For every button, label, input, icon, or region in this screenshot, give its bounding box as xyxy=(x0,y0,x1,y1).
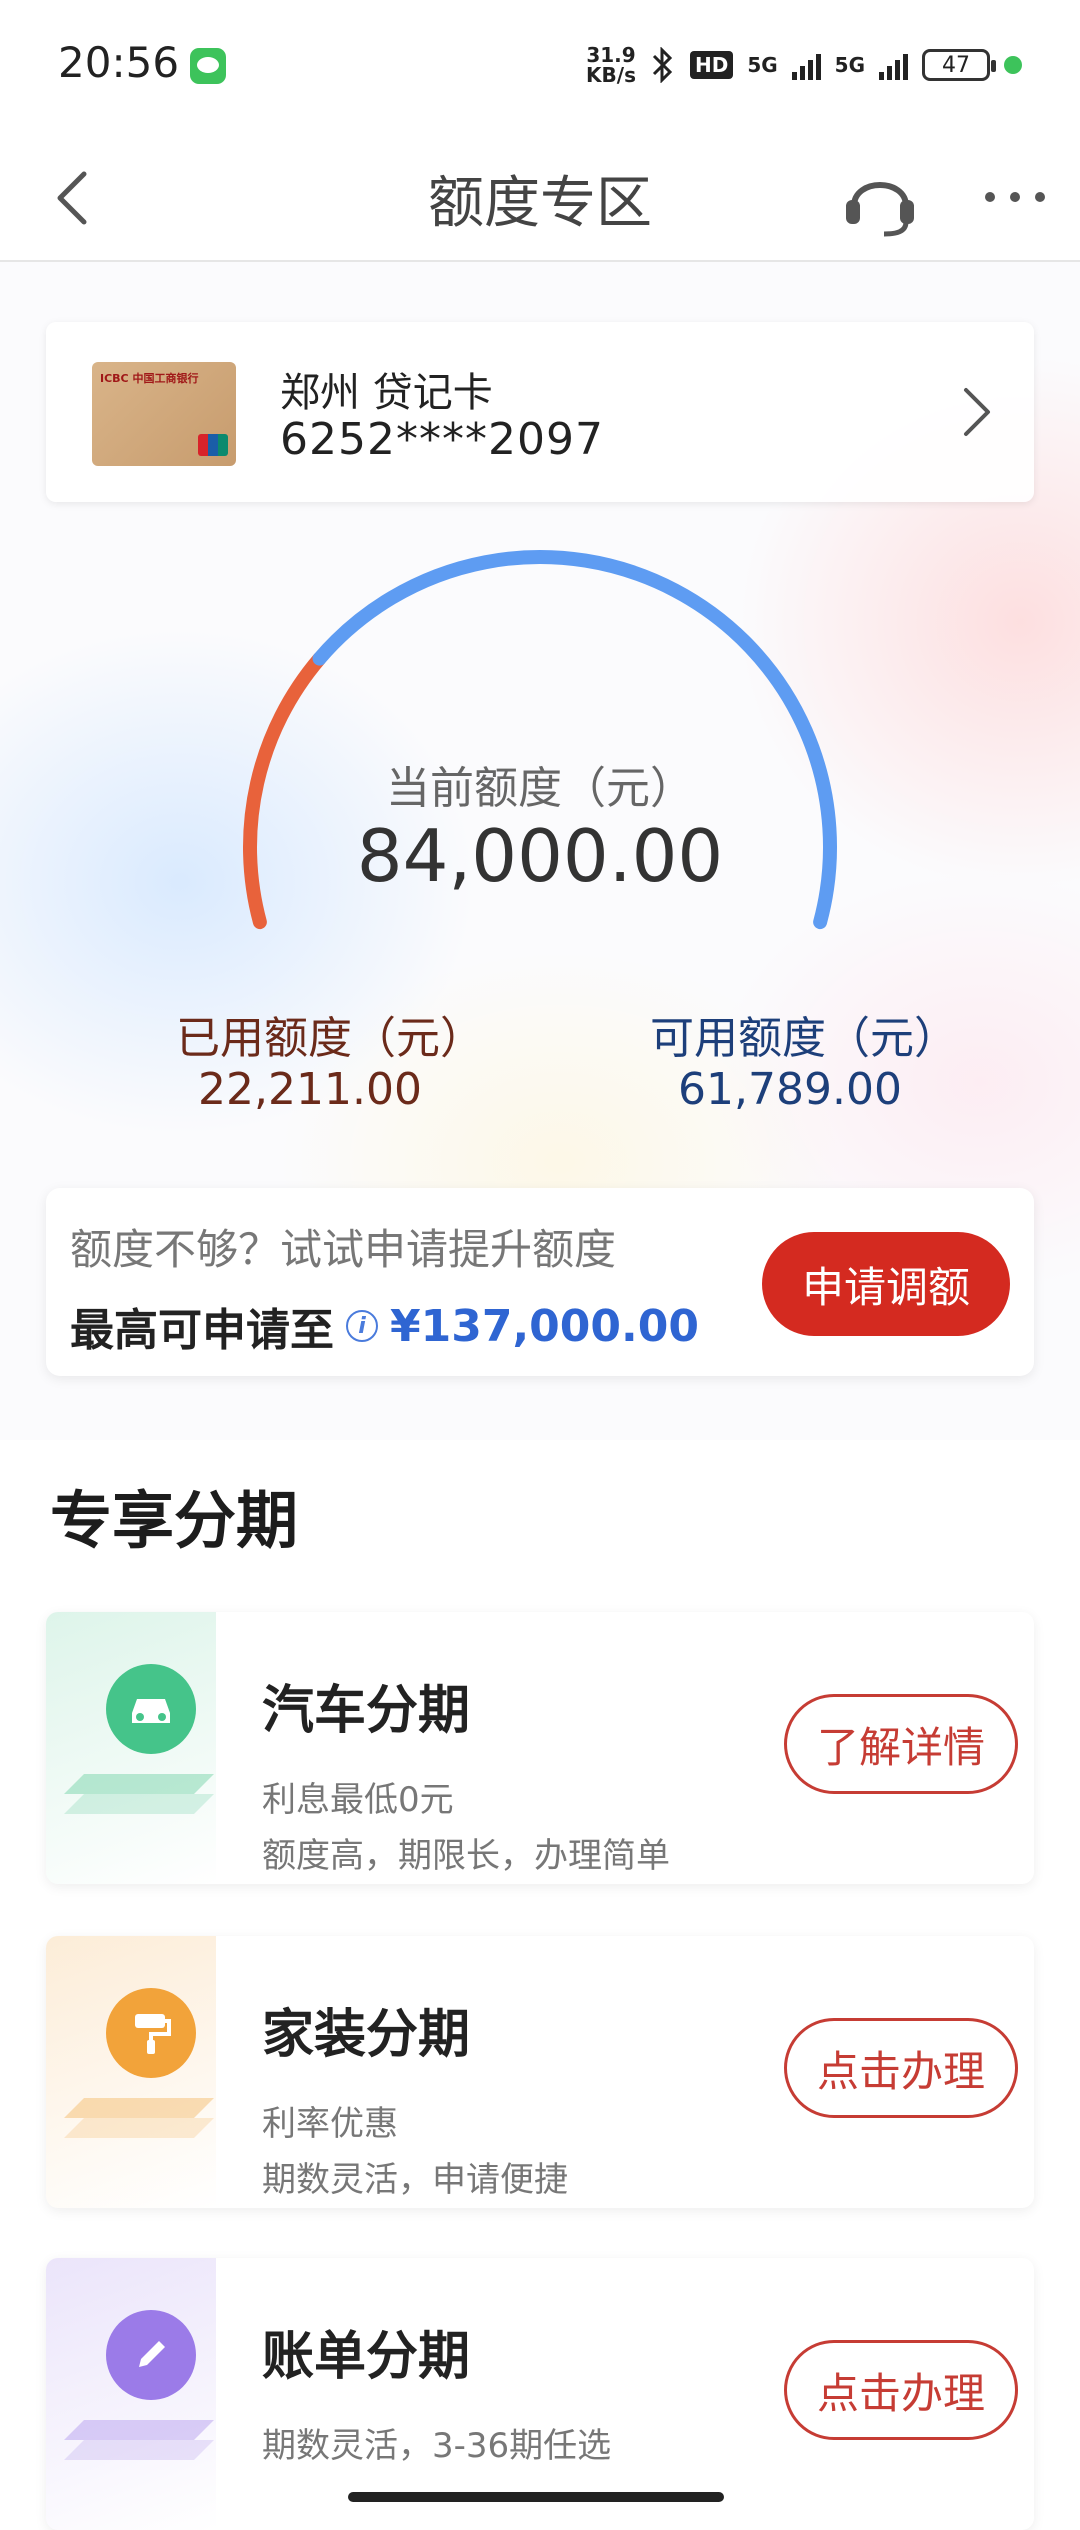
headset-icon[interactable] xyxy=(840,160,920,240)
available-limit-value: 61,789.00 xyxy=(678,1064,902,1115)
network-speed: 31.9 KB/s xyxy=(586,45,636,85)
used-limit-value: 22,211.00 xyxy=(198,1064,422,1115)
status-time: 20:56 xyxy=(58,38,180,87)
card-bank-logo: ICBC 中国工商银行 xyxy=(100,372,199,385)
apply-now-button[interactable]: 点击办理 xyxy=(784,2340,1018,2440)
promo-amount: ¥137,000.00 xyxy=(390,1300,699,1352)
credit-limit-hero: ICBC 中国工商银行 郑州 贷记卡 6252****2097 当前额度（元） … xyxy=(0,262,1080,1440)
installment-card-car[interactable]: 汽车分期 利息最低0元 额度高，期限长，办理简单 了解详情 xyxy=(46,1612,1034,1884)
current-limit-value: 84,000.00 xyxy=(356,814,724,898)
installment-desc-2: 额度高，期限长，办理简单 xyxy=(262,1836,670,1876)
installment-desc-1: 利率优惠 xyxy=(262,2104,398,2144)
installment-desc-2: 期数灵活，申请便捷 xyxy=(262,2160,568,2200)
speed-unit: KB/s xyxy=(586,63,636,87)
installment-title: 账单分期 xyxy=(262,2327,471,2387)
pen-icon xyxy=(106,2310,196,2400)
bluetooth-icon xyxy=(652,47,673,83)
installment-card-home[interactable]: 家装分期 利率优惠 期数灵活，申请便捷 点击办理 xyxy=(46,1936,1034,2208)
status-bar: 20:56 31.9 KB/s HD 5G 5G 47 xyxy=(0,0,1080,130)
paint-roller-icon xyxy=(106,1988,196,2078)
installment-title: 家装分期 xyxy=(262,2005,471,2065)
hd-badge: HD xyxy=(689,51,734,79)
info-icon[interactable]: i xyxy=(346,1310,378,1342)
installment-card-bill[interactable]: 账单分期 期数灵活，3-36期任选 点击办理 xyxy=(46,2258,1034,2530)
card-selector[interactable]: ICBC 中国工商银行 郑州 贷记卡 6252****2097 xyxy=(46,322,1034,502)
platform-decoration xyxy=(64,2098,214,2138)
limit-increase-banner: 额度不够？试试申请提升额度 最高可申请至 i ¥137,000.00 申请调额 xyxy=(46,1188,1034,1376)
card-number: 6252****2097 xyxy=(280,414,604,465)
installment-title: 汽车分期 xyxy=(262,1681,471,1741)
promo-hint: 额度不够？试试申请提升额度 xyxy=(70,1225,617,1274)
apply-now-button[interactable]: 点击办理 xyxy=(784,2018,1018,2118)
section-title: 专享分期 xyxy=(50,1484,299,1557)
home-indicator[interactable] xyxy=(348,2492,724,2502)
more-icon[interactable] xyxy=(980,182,1050,212)
card-thumbnail: ICBC 中国工商银行 xyxy=(92,362,236,466)
battery-level: 47 xyxy=(942,52,970,78)
installment-desc-1: 期数灵活，3-36期任选 xyxy=(262,2426,612,2466)
installment-desc-1: 利息最低0元 xyxy=(262,1780,454,1820)
car-icon xyxy=(106,1664,196,1754)
available-limit-label: 可用额度（元） xyxy=(650,1013,958,1064)
platform-decoration xyxy=(64,2420,214,2460)
signal-icon xyxy=(791,50,821,80)
network-type-2: 5G xyxy=(834,53,865,77)
platform-decoration xyxy=(64,1774,214,1814)
used-limit-label: 已用额度（元） xyxy=(176,1013,484,1064)
network-type-1: 5G xyxy=(747,53,778,77)
battery-icon: 47 xyxy=(922,49,996,81)
unionpay-icon xyxy=(198,434,228,456)
chevron-right-icon xyxy=(964,388,990,436)
card-name: 郑州 贷记卡 xyxy=(280,370,493,416)
apply-adjust-button[interactable]: 申请调额 xyxy=(762,1232,1010,1336)
promo-max-label: 最高可申请至 xyxy=(70,1305,334,1356)
charging-dot xyxy=(1004,56,1022,74)
learn-more-button[interactable]: 了解详情 xyxy=(784,1694,1018,1794)
current-limit-label: 当前额度（元） xyxy=(386,763,694,814)
promo-max-row: 最高可申请至 i ¥137,000.00 xyxy=(70,1294,699,1358)
nav-bar: 额度专区 xyxy=(0,130,1080,262)
wechat-icon xyxy=(190,48,226,84)
signal-icon-2 xyxy=(879,50,908,80)
speed-value: 31.9 xyxy=(586,43,636,67)
status-icons: 31.9 KB/s HD 5G 5G 47 xyxy=(586,40,1022,90)
